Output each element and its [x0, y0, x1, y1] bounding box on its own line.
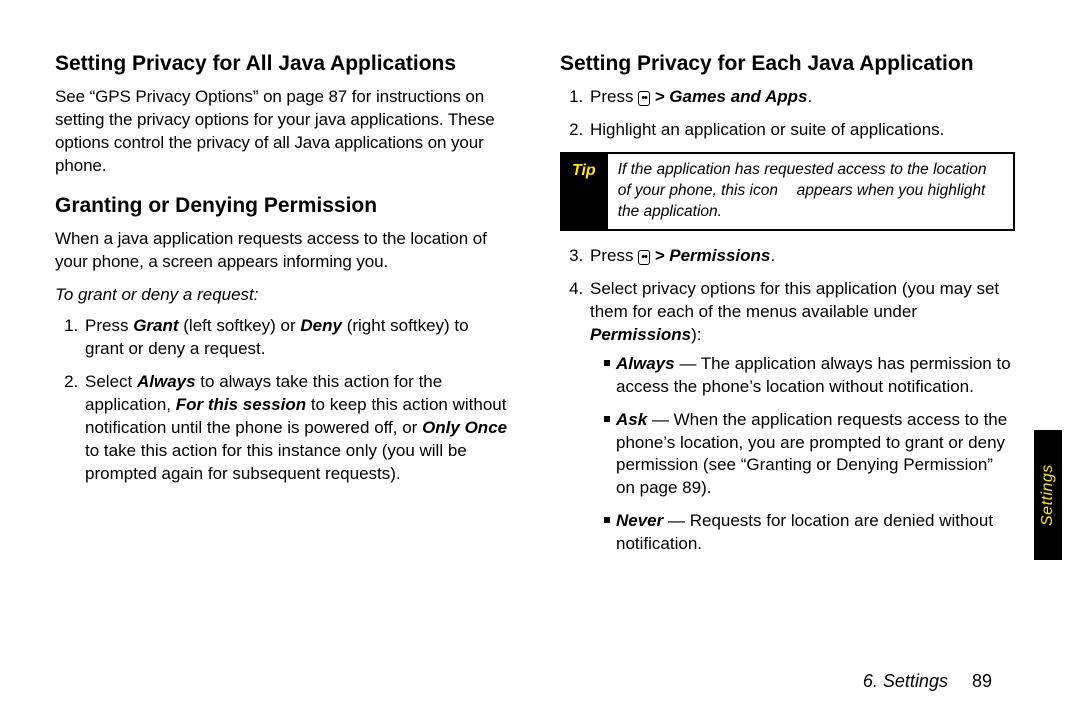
page-footer: 6. Settings 89 — [863, 671, 992, 692]
option-ask: Ask — When the application requests acce… — [604, 409, 1015, 501]
text: . — [808, 87, 813, 106]
each-java-steps: Press •• > Games and Apps. Highlight an … — [560, 86, 1015, 142]
permission-options: Always — The application always has perm… — [590, 353, 1015, 557]
text: Select — [85, 372, 137, 391]
para-grant-deny: When a java application requests access … — [55, 228, 510, 274]
grant-deny-steps: Press Grant (left softkey) or Deny (righ… — [55, 315, 510, 486]
text: — Requests for location are denied witho… — [616, 511, 993, 553]
tip-body: If the application has requested access … — [608, 154, 1013, 229]
softkey-deny: Deny — [300, 316, 342, 335]
menu-permissions: Permissions — [590, 325, 691, 344]
step-2: Select Always to always take this action… — [83, 371, 510, 486]
text: to take this action for this instance on… — [85, 441, 467, 483]
text: Select privacy options for this applicat… — [590, 279, 999, 321]
menu-key-icon: •• — [638, 91, 650, 106]
option-always: Always — The application always has perm… — [604, 353, 1015, 399]
left-column: Setting Privacy for All Java Application… — [55, 50, 510, 670]
heading-all-java: Setting Privacy for All Java Application… — [55, 50, 510, 78]
chapter-label: 6. Settings — [863, 671, 948, 691]
text: (left softkey) or — [179, 316, 301, 335]
instruction-label: To grant or deny a request: — [55, 284, 510, 307]
softkey-grant: Grant — [133, 316, 178, 335]
label: Ask — [616, 410, 647, 429]
text: . — [770, 246, 775, 265]
right-column: Setting Privacy for Each Java Applicatio… — [560, 50, 1015, 670]
step-1: Press Grant (left softkey) or Deny (righ… — [83, 315, 510, 361]
menu-permissions: Permissions — [669, 246, 770, 265]
side-tab-settings: Settings — [1034, 430, 1062, 560]
page-number: 89 — [972, 671, 992, 691]
option-never: Never — Requests for location are denied… — [604, 510, 1015, 556]
heading-each-java: Setting Privacy for Each Java Applicatio… — [560, 50, 1015, 78]
each-java-steps-cont: Press •• > Permissions. Select privacy o… — [560, 245, 1015, 556]
option-once: Only Once — [422, 418, 507, 437]
text: > — [650, 246, 669, 265]
step-1: Press •• > Games and Apps. — [588, 86, 1015, 109]
text: ): — [691, 325, 701, 344]
text: — When the application requests access t… — [616, 410, 1007, 498]
step-2: Highlight an application or suite of app… — [588, 119, 1015, 142]
label: Never — [616, 511, 663, 530]
menu-key-icon: •• — [638, 250, 650, 265]
step-4: Select privacy options for this applicat… — [588, 278, 1015, 556]
text: Press — [85, 316, 133, 335]
para-all-java: See “GPS Privacy Options” on page 87 for… — [55, 86, 510, 178]
option-always: Always — [137, 372, 196, 391]
text: Press — [590, 87, 638, 106]
label: Always — [616, 354, 675, 373]
tip-label: Tip — [562, 154, 608, 229]
menu-games-apps: Games and Apps — [669, 87, 807, 106]
step-3: Press •• > Permissions. — [588, 245, 1015, 268]
text: — The application always has permission … — [616, 354, 1011, 396]
text: > — [650, 87, 669, 106]
text: Press — [590, 246, 638, 265]
page-content: Setting Privacy for All Java Application… — [55, 50, 1015, 670]
location-icon — [782, 183, 792, 195]
option-session: For this session — [176, 395, 306, 414]
heading-grant-deny: Granting or Denying Permission — [55, 192, 510, 220]
tip-box: Tip If the application has requested acc… — [560, 152, 1015, 231]
